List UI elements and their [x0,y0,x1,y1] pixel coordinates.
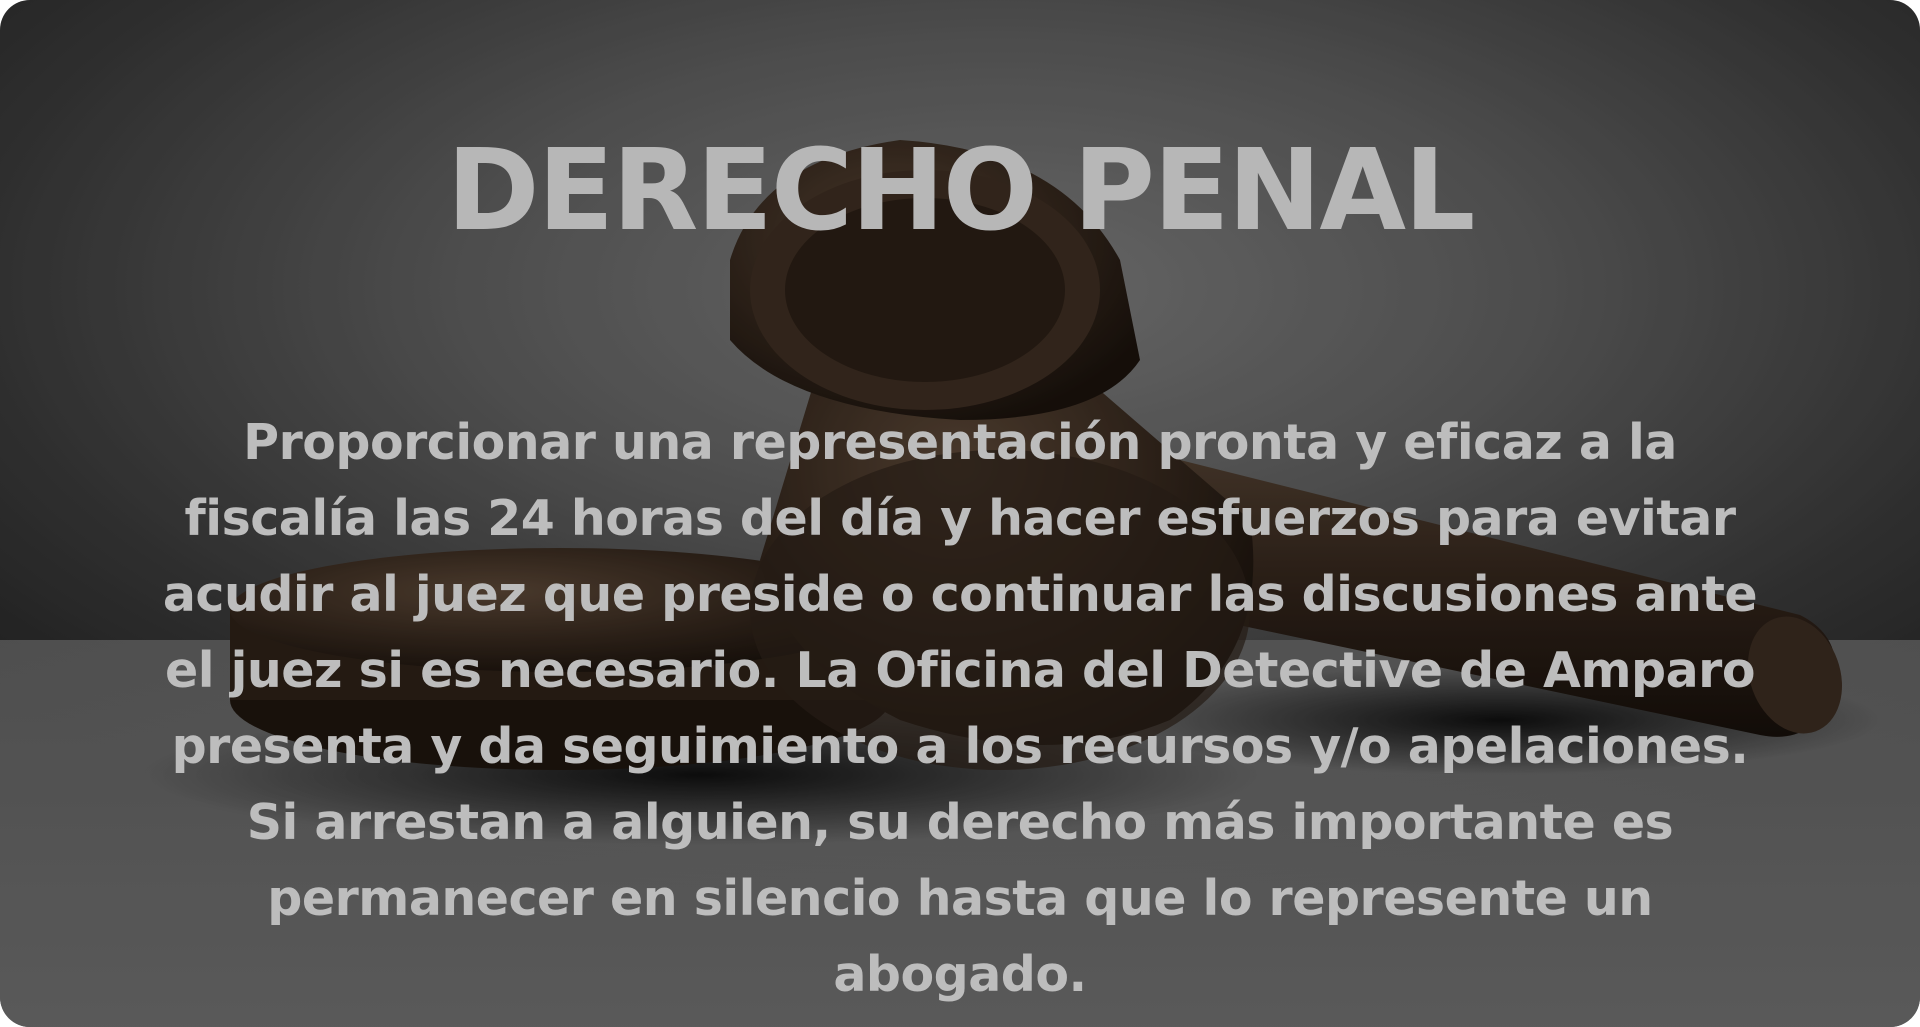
hero-banner: DERECHO PENAL Proporcionar una represent… [0,0,1920,1027]
page-title: DERECHO PENAL [446,126,1476,256]
description-text: Proporcionar una representación pronta y… [162,414,1758,1003]
